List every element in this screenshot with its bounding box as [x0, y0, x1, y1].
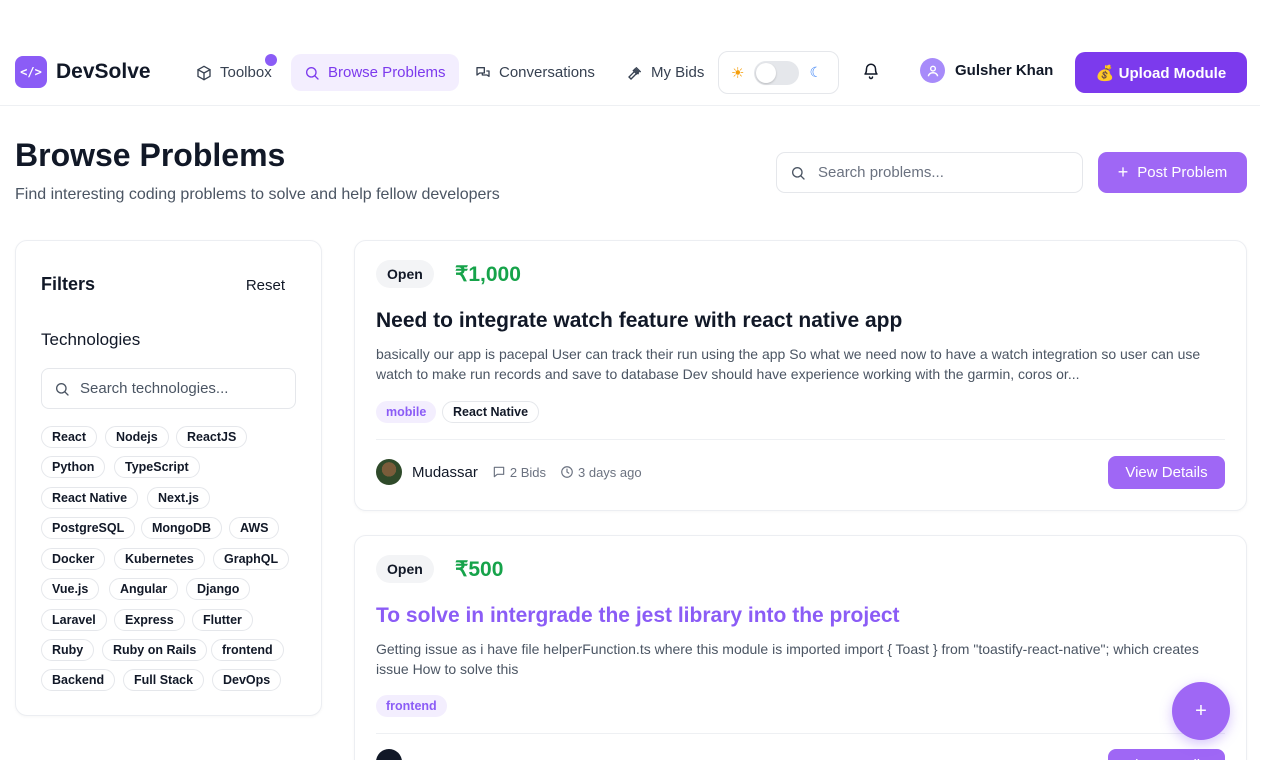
price: ₹500 [455, 558, 504, 581]
problem-card: Open ₹1,000 Need to integrate watch feat… [354, 240, 1247, 511]
code-icon: </> [15, 56, 47, 88]
filters-title: Filters [41, 274, 96, 294]
technology-search-input[interactable] [80, 380, 285, 397]
chat-bubbles-icon [476, 66, 490, 77]
filters-panel: Filters Reset Technologies React Nodejs … [15, 240, 322, 716]
tech-chip[interactable]: Python [41, 456, 106, 478]
bell-icon[interactable] [862, 62, 880, 80]
tech-chip[interactable]: Express [114, 609, 185, 631]
tech-chip[interactable]: React [41, 426, 98, 448]
upload-module-button[interactable]: 💰 Upload Module [1075, 52, 1247, 93]
tech-chip[interactable]: Full Stack [123, 669, 205, 691]
category-tag: frontend [376, 695, 447, 717]
tech-chip[interactable]: PostgreSQL [41, 517, 136, 539]
switch-knob [756, 62, 777, 83]
page-title: Browse Problems [15, 137, 286, 173]
problem-description: basically our app is pacepal User can tr… [376, 346, 1201, 382]
problem-search[interactable] [776, 152, 1083, 193]
tech-chip[interactable]: Kubernetes [114, 548, 205, 570]
author-name: Mudassar [412, 463, 478, 481]
tech-chip[interactable]: Backend [41, 669, 116, 691]
bids-text: 2 Bids [509, 464, 546, 480]
search-input[interactable] [818, 164, 1058, 181]
notification-dot [265, 54, 277, 66]
nav-item-conversations[interactable]: Conversations [462, 54, 608, 91]
post-problem-label: Post Problem [1137, 164, 1228, 181]
post-problem-button[interactable]: + Post Problem [1098, 152, 1247, 193]
comment-icon [493, 466, 505, 478]
user-menu[interactable]: Gulsher Khan [920, 58, 1053, 83]
tech-tag: React Native [442, 401, 540, 423]
tech-chip[interactable]: Vue.js [41, 578, 100, 600]
tech-chip[interactable]: React Native [41, 487, 139, 509]
view-details-button[interactable]: View Details [1108, 749, 1225, 760]
nav-item-my-bids[interactable]: My Bids [614, 54, 717, 91]
user-name: Gulsher Khan [955, 62, 1054, 79]
sun-icon: ☀ [731, 64, 745, 82]
tech-chip[interactable]: Ruby on Rails [102, 639, 208, 661]
tech-chip[interactable]: Next.js [147, 487, 210, 509]
logo[interactable]: </> DevSolve [15, 56, 151, 88]
logo-text: DevSolve [56, 60, 151, 83]
problem-title[interactable]: To solve in intergrade the jest library … [376, 604, 900, 628]
theme-toggle[interactable]: ☀ ☾ [718, 51, 839, 94]
tech-chip[interactable]: AWS [229, 517, 280, 539]
tech-chip[interactable]: TypeScript [114, 456, 200, 478]
category-tag: mobile [376, 401, 437, 423]
nav-item-label: My Bids [651, 64, 705, 81]
avatar [376, 459, 402, 485]
search-icon [306, 66, 319, 80]
nav-item-label: Conversations [499, 64, 595, 81]
technologies-title: Technologies [41, 330, 141, 349]
tech-chip[interactable]: DevOps [212, 669, 282, 691]
gavel-icon [628, 66, 641, 80]
add-fab-button[interactable]: + [1172, 682, 1230, 740]
author-info: Mudassar 2 Bids 3 days ago [376, 459, 642, 485]
divider [376, 733, 1225, 734]
nav-item-label: Toolbox [220, 64, 272, 81]
tech-chip[interactable]: GraphQL [213, 548, 290, 570]
tech-chip[interactable]: Django [186, 578, 251, 600]
tech-chip[interactable]: Docker [41, 548, 106, 570]
tech-chip[interactable]: Nodejs [105, 426, 169, 448]
tech-chip[interactable]: Flutter [192, 609, 253, 631]
tech-chip[interactable]: Angular [109, 578, 179, 600]
time-text: 3 days ago [578, 464, 642, 480]
status-badge: Open [376, 555, 434, 583]
bids-count: 2 Bids [492, 465, 546, 480]
theme-switch[interactable] [754, 60, 800, 85]
tech-chip[interactable]: MongoDB [141, 517, 223, 539]
search-icon [56, 382, 69, 396]
divider [376, 439, 1225, 440]
problem-title[interactable]: Need to integrate watch feature with rea… [376, 309, 902, 333]
user-avatar-icon [920, 58, 945, 83]
nav-item-label: Browse Problems [328, 64, 446, 81]
cube-icon [197, 65, 211, 80]
avatar [376, 749, 402, 760]
price: ₹1,000 [455, 263, 521, 286]
moon-icon: ☾ [809, 64, 823, 80]
technology-search[interactable] [41, 368, 296, 409]
nav-item-browse-problems[interactable]: Browse Problems [291, 54, 459, 91]
tech-chip[interactable]: ReactJS [176, 426, 248, 448]
posted-time: 3 days ago [560, 465, 642, 480]
tech-chip[interactable]: frontend [211, 639, 284, 661]
page-subtitle: Find interesting coding problems to solv… [15, 186, 500, 203]
plus-icon: + [1117, 162, 1129, 182]
search-icon [792, 166, 805, 180]
top-navbar: </> DevSolve Toolbox Browse Problems Con… [0, 0, 1260, 106]
reset-filters-button[interactable]: Reset [246, 277, 285, 294]
tech-chip[interactable]: Laravel [41, 609, 107, 631]
clock-icon [561, 466, 573, 478]
status-badge: Open [376, 260, 434, 288]
problem-description: Getting issue as i have file helperFunct… [376, 641, 1199, 677]
author-info [376, 749, 402, 760]
problem-card: Open ₹500 To solve in intergrade the jes… [354, 535, 1247, 760]
view-details-button[interactable]: View Details [1108, 456, 1225, 489]
tech-chip[interactable]: Ruby [41, 639, 95, 661]
